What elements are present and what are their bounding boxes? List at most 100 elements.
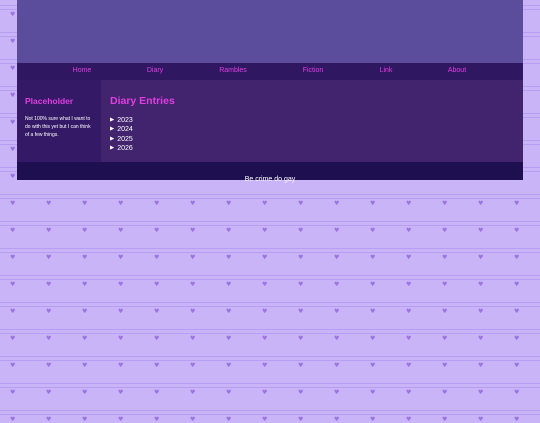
heart-pattern-icon: ♥	[334, 254, 340, 261]
sidebar-text: Not 100% sure what I want to do with thi…	[25, 116, 91, 138]
heart-pattern-icon: ♥	[10, 92, 16, 99]
year-label: 2025	[117, 135, 133, 143]
heart-pattern-icon: ♥	[478, 389, 484, 396]
heart-pattern-icon: ♥	[82, 416, 88, 423]
heart-pattern-icon: ♥	[190, 227, 196, 234]
triangle-right-icon: ▶	[110, 135, 115, 142]
heart-pattern-icon: ♥	[226, 416, 232, 423]
heart-pattern-icon: ♥	[478, 335, 484, 342]
year-item-2025[interactable]: ▶ 2025	[110, 135, 515, 144]
heart-pattern-icon: ♥	[262, 254, 268, 261]
heart-pattern-icon: ♥	[10, 227, 16, 234]
heart-pattern-icon: ♥	[370, 281, 376, 288]
page-title: Diary Entries	[110, 95, 175, 107]
heart-pattern-icon: ♥	[370, 389, 376, 396]
heart-pattern-icon: ♥	[190, 308, 196, 315]
heart-pattern-icon: ♥	[514, 335, 520, 342]
heart-pattern-icon: ♥	[406, 389, 412, 396]
year-label: 2023	[117, 117, 133, 124]
heart-pattern-icon: ♥	[514, 281, 520, 288]
heart-pattern-icon: ♥	[514, 416, 520, 423]
heart-pattern-icon: ♥	[478, 362, 484, 369]
sidebar-title: Placeholder	[25, 96, 74, 106]
year-item-2024[interactable]: ▶ 2024	[110, 125, 515, 134]
heart-pattern-icon: ♥	[262, 281, 268, 288]
heart-pattern-icon: ♥	[190, 416, 196, 423]
nav-home-link[interactable]: Home	[73, 67, 92, 74]
heart-pattern-icon: ♥	[334, 416, 340, 423]
heart-pattern-icon: ♥	[190, 389, 196, 396]
heart-pattern-icon: ♥	[46, 227, 52, 234]
heart-pattern-icon: ♥	[442, 335, 448, 342]
heart-pattern-icon: ♥	[118, 281, 124, 288]
heart-pattern-icon: ♥	[10, 254, 16, 261]
heart-pattern-icon: ♥	[334, 200, 340, 207]
heart-pattern-icon: ♥	[46, 254, 52, 261]
heart-pattern-icon: ♥	[370, 335, 376, 342]
heart-pattern-icon: ♥	[406, 200, 412, 207]
heart-pattern-icon: ♥	[190, 200, 196, 207]
heart-pattern-icon: ♥	[406, 281, 412, 288]
heart-pattern-icon: ♥	[118, 416, 124, 423]
heart-pattern-icon: ♥	[370, 362, 376, 369]
heart-pattern-icon: ♥	[154, 389, 160, 396]
nav-about-link[interactable]: About	[448, 67, 466, 74]
heart-pattern-icon: ♥	[226, 200, 232, 207]
heart-pattern-icon: ♥	[478, 227, 484, 234]
year-item-2026[interactable]: ▶ 2026	[110, 144, 515, 153]
heart-pattern-icon: ♥	[82, 335, 88, 342]
nav-link-link[interactable]: Link	[380, 67, 393, 74]
nav-diary-link[interactable]: Diary	[147, 67, 163, 74]
heart-pattern-icon: ♥	[370, 200, 376, 207]
heart-pattern-icon: ♥	[406, 254, 412, 261]
heart-pattern-icon: ♥	[82, 254, 88, 261]
heart-pattern-icon: ♥	[46, 389, 52, 396]
heart-pattern-icon: ♥	[82, 200, 88, 207]
heart-pattern-icon: ♥	[478, 308, 484, 315]
heart-pattern-icon: ♥	[46, 281, 52, 288]
heart-pattern-icon: ♥	[154, 416, 160, 423]
heart-pattern-icon: ♥	[514, 362, 520, 369]
heart-pattern-icon: ♥	[298, 308, 304, 315]
heart-pattern-icon: ♥	[442, 308, 448, 315]
heart-pattern-icon: ♥	[226, 335, 232, 342]
heart-pattern-icon: ♥	[10, 389, 16, 396]
footer-text: Be crime do gay	[244, 176, 296, 183]
nav-bar: Home Diary Rambles Fiction Link About	[17, 63, 523, 80]
heart-pattern-icon: ♥	[370, 308, 376, 315]
heart-pattern-icon: ♥	[190, 254, 196, 261]
heart-pattern-icon: ♥	[10, 119, 16, 126]
heart-pattern-icon: ♥	[82, 281, 88, 288]
heart-pattern-icon: ♥	[226, 227, 232, 234]
heart-pattern-icon: ♥	[226, 389, 232, 396]
heart-pattern-icon: ♥	[334, 389, 340, 396]
nav-rambles-link[interactable]: Rambles	[219, 67, 247, 74]
heart-pattern-icon: ♥	[478, 416, 484, 423]
heart-pattern-icon: ♥	[226, 308, 232, 315]
heart-pattern-icon: ♥	[262, 416, 268, 423]
heart-pattern-icon: ♥	[370, 416, 376, 423]
heart-pattern-icon: ♥	[46, 308, 52, 315]
heart-pattern-icon: ♥	[46, 362, 52, 369]
heart-pattern-icon: ♥	[478, 254, 484, 261]
triangle-right-icon: ▶	[110, 117, 115, 123]
heart-pattern-icon: ♥	[406, 362, 412, 369]
heart-pattern-icon: ♥	[154, 200, 160, 207]
year-item-2023[interactable]: ▶ 2023	[110, 116, 515, 125]
heart-pattern-icon: ♥	[10, 281, 16, 288]
heart-pattern-icon: ♥	[154, 254, 160, 261]
heart-pattern-icon: ♥	[118, 227, 124, 234]
heart-pattern-icon: ♥	[190, 281, 196, 288]
heart-pattern-icon: ♥	[82, 308, 88, 315]
nav-fiction-link[interactable]: Fiction	[303, 67, 324, 74]
heart-pattern-icon: ♥	[10, 362, 16, 369]
heart-pattern-icon: ♥	[514, 227, 520, 234]
heart-pattern-icon: ♥	[10, 146, 16, 153]
heart-pattern-icon: ♥	[334, 308, 340, 315]
heart-pattern-icon: ♥	[190, 362, 196, 369]
heart-pattern-icon: ♥	[154, 308, 160, 315]
heart-pattern-icon: ♥	[118, 362, 124, 369]
heart-pattern-icon: ♥	[154, 362, 160, 369]
heart-pattern-icon: ♥	[478, 200, 484, 207]
heart-pattern-icon: ♥	[442, 227, 448, 234]
